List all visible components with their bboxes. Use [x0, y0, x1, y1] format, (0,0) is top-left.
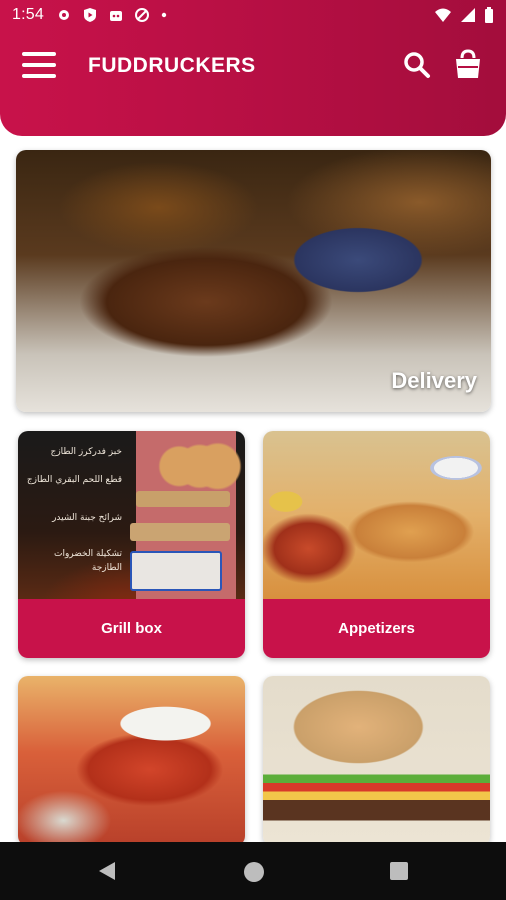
delivery-label: Delivery	[391, 368, 477, 393]
ad-line: تشكيلة الخضروات الطازجة	[53, 549, 122, 573]
category-tile-burgers[interactable]	[263, 676, 490, 846]
home-icon[interactable]	[244, 862, 264, 882]
menu-button[interactable]	[22, 50, 56, 80]
search-icon	[404, 52, 430, 78]
battery-icon	[485, 7, 493, 23]
signal-icon	[461, 8, 475, 22]
category-grill-box[interactable]: خبز فدركرز الطازج قطع اللحم البقري الطاز…	[18, 431, 245, 658]
burger-image	[263, 676, 490, 846]
grill-box-label: Grill box	[18, 599, 245, 658]
status-right-icons	[434, 7, 494, 23]
search-button[interactable]	[402, 50, 432, 80]
status-left-icons	[56, 7, 168, 23]
appetizers-image	[263, 431, 490, 599]
cart-button[interactable]	[453, 48, 483, 80]
category-appetizers[interactable]: Appetizers	[263, 431, 490, 658]
grill-box-image: خبز فدركرز الطازج قطع اللحم البقري الطاز…	[18, 431, 245, 599]
app-header: 1:54 FUDDRUCKERS	[0, 0, 506, 136]
shopping-bag-icon	[456, 49, 480, 78]
ad-line: خبز فدركرز الطازج	[50, 447, 122, 457]
gear-icon	[59, 10, 69, 20]
grill-box-ad-text: خبز فدركرز الطازج قطع اللحم البقري الطاز…	[26, 445, 122, 575]
back-button[interactable]	[97, 860, 117, 887]
category-tile-mexican[interactable]	[18, 676, 245, 846]
recents-icon[interactable]	[390, 862, 408, 880]
delivery-banner[interactable]: Delivery	[16, 150, 491, 412]
robot-icon	[110, 11, 122, 21]
ad-line: قطع اللحم البقري الطازج	[26, 475, 122, 485]
blocked-icon	[135, 8, 149, 22]
back-icon	[99, 862, 115, 880]
app-title: FUDDRUCKERS	[88, 54, 256, 77]
appetizers-label: Appetizers	[263, 599, 490, 658]
system-nav-bar	[0, 842, 506, 900]
play-protect-icon	[84, 8, 96, 22]
burrito-image	[18, 676, 245, 846]
status-time: 1:54	[12, 6, 44, 23]
wifi-icon	[435, 8, 451, 22]
ad-line: شرائح جبنة الشيدر	[52, 513, 122, 523]
dot-icon	[161, 12, 167, 18]
status-bar: 1:54	[0, 0, 506, 32]
